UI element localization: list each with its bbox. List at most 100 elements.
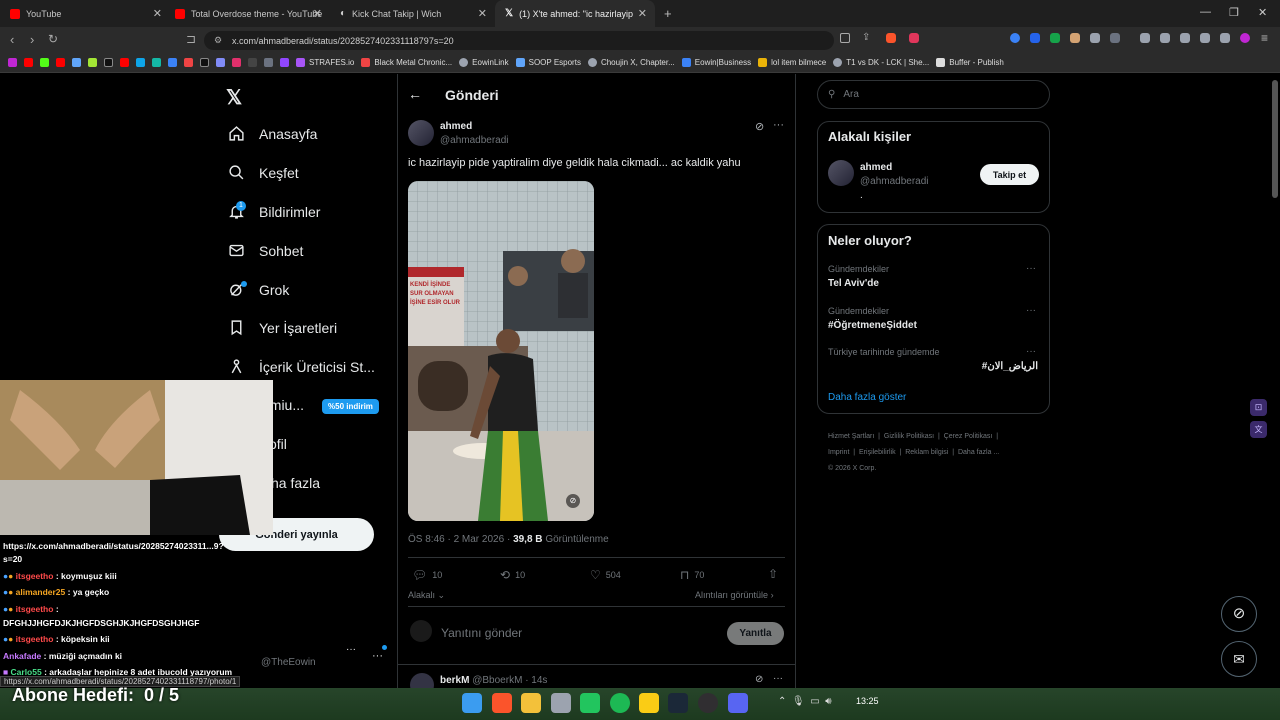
bookmark-icon[interactable]	[88, 58, 97, 67]
more-options-icon[interactable]: ···	[773, 119, 784, 131]
grok-float-icon[interactable]: ⊘	[1221, 596, 1257, 632]
bookmark-icon[interactable]	[184, 58, 193, 67]
bookmark-soop[interactable]: SOOP Esports	[515, 58, 581, 67]
relevance-dropdown[interactable]: Alakalı ⌄	[408, 590, 445, 601]
sidebar-item-grok[interactable]: Grok	[228, 281, 289, 298]
trend-item[interactable]: Gündemdekiler Tel Aviv'de	[828, 264, 889, 289]
account-more-icon[interactable]: ···	[346, 644, 356, 655]
clock[interactable]: 13:25	[856, 696, 879, 706]
spotify-icon[interactable]	[610, 693, 630, 713]
wallet-icon[interactable]	[1180, 33, 1190, 43]
steam-icon[interactable]	[668, 693, 688, 713]
reading-list-icon[interactable]	[1160, 33, 1170, 43]
windows-start-icon[interactable]	[462, 693, 482, 713]
post-image[interactable]: KENDİ İŞİNDE SUR OLMAYAN İŞİNE ESİR OLUR…	[408, 181, 594, 521]
grok-image-icon[interactable]: ⊘	[566, 494, 580, 508]
grok-explain-icon[interactable]: ⊘	[755, 674, 763, 685]
bookmark-icon[interactable]	[136, 58, 145, 67]
file-explorer-icon[interactable]	[521, 693, 541, 713]
reply-button[interactable]: 💬︎ 10	[412, 568, 442, 582]
twitch-icon[interactable]	[280, 58, 289, 67]
bookmark-icon[interactable]	[152, 58, 161, 67]
account-handle[interactable]: @TheEowin	[261, 657, 316, 668]
new-tab-icon[interactable]: +	[664, 6, 672, 21]
related-name[interactable]: ahmed	[860, 162, 892, 173]
bitwarden-icon[interactable]	[1030, 33, 1040, 43]
x-logo-icon[interactable]	[200, 58, 209, 67]
sidebar-item-creator-studio[interactable]: İçerik Üreticisi St...	[228, 358, 375, 375]
close-window-icon[interactable]: ✕	[1258, 6, 1267, 19]
tab-total-overdose[interactable]: Total Overdose theme - YouTube ✕	[165, 0, 330, 27]
like-button[interactable]: ♡ 504	[590, 568, 621, 582]
footer-link[interactable]: Hizmet Şartları	[828, 433, 874, 440]
tab-kick-chat[interactable]: ◐ Kick Chat Takip | Wich ✕	[330, 0, 495, 27]
obs-icon[interactable]	[698, 693, 718, 713]
trend-more-icon[interactable]: ···	[1026, 305, 1036, 316]
grok-explain-icon[interactable]: ⊘	[755, 120, 764, 133]
leo-icon[interactable]	[1200, 33, 1210, 43]
close-tab-icon[interactable]: ✕	[478, 7, 487, 20]
avatar[interactable]	[828, 160, 854, 186]
search-box[interactable]: ⚲ Ara	[817, 80, 1050, 109]
reply-submit-button[interactable]: Yanıtla	[727, 622, 784, 645]
back-icon[interactable]: ‹	[10, 32, 14, 47]
sidebar-item-bookmarks[interactable]: Yer İşaretleri	[228, 319, 337, 336]
close-tab-icon[interactable]: ✕	[153, 7, 162, 20]
sidebar-item-explore[interactable]: Keşfet	[228, 164, 299, 181]
side-extension-icon[interactable]: ⊡	[1250, 399, 1267, 416]
x-logo-icon[interactable]: 𝕏	[226, 85, 242, 110]
bookmark-eowin-business[interactable]: Eowin|Business	[681, 58, 751, 67]
bookmark-lol[interactable]: lol item bilmece	[758, 58, 826, 67]
footer-link[interactable]: Imprint	[828, 449, 849, 456]
sidebar-item-chat[interactable]: Sohbet	[228, 242, 303, 259]
post-author-handle[interactable]: @ahmadberadi	[440, 135, 509, 146]
repost-button[interactable]: ⟲ 10	[500, 568, 525, 582]
close-tab-icon[interactable]: ✕	[638, 7, 647, 20]
reply-author-handle[interactable]: @BboerkM	[472, 675, 522, 686]
post-timestamp[interactable]: ÖS 8:46 · 2 Mar 2026 ·	[408, 534, 510, 545]
brave-rewards-icon[interactable]	[909, 33, 919, 43]
tray-icons[interactable]: ⌃ 🎙︎ ▭ 🔊︎	[778, 696, 832, 707]
related-handle[interactable]: @ahmadberadi	[860, 176, 929, 187]
show-more-link[interactable]: Daha fazla göster	[828, 392, 906, 403]
brave-icon[interactable]	[492, 693, 512, 713]
vpn-icon[interactable]	[1220, 33, 1230, 43]
tiktok-icon[interactable]	[104, 58, 113, 67]
sidebar-item-more[interactable]: ha fazla	[271, 475, 320, 491]
extension-icon[interactable]	[1010, 33, 1020, 43]
extension-icon[interactable]	[1110, 33, 1120, 43]
footer-link[interactable]: Reklam bilgisi	[905, 449, 948, 456]
bookmark-buffer[interactable]: Buffer - Publish	[936, 58, 1004, 67]
bookmark-icon[interactable]	[8, 58, 17, 67]
footer-link[interactable]: Gizlilik Politikası	[884, 433, 934, 440]
search-input[interactable]: Ara	[843, 89, 859, 100]
follow-button[interactable]: Takip et	[980, 164, 1039, 185]
reply-input[interactable]: Yanıtını gönder	[441, 626, 522, 640]
url-bar[interactable]: ⚙ x.com/ahmadberadi/status/2028527402331…	[204, 31, 834, 50]
restore-icon[interactable]: ❐	[1229, 6, 1239, 19]
footer-link[interactable]: Çerez Politikası	[944, 433, 993, 440]
youtube-icon[interactable]	[24, 58, 33, 67]
extension-icon[interactable]	[1070, 33, 1080, 43]
forward-icon[interactable]: ›	[30, 32, 34, 47]
bookmark-t1[interactable]: T1 vs DK - LCK | She...	[833, 58, 929, 67]
brave-shield-icon[interactable]	[886, 33, 896, 43]
bookmark-page-icon[interactable]: ⊐	[186, 32, 196, 46]
minimize-icon[interactable]: —	[1200, 6, 1211, 18]
more-icon[interactable]: ···	[372, 650, 383, 662]
bookmark-icon[interactable]	[168, 58, 177, 67]
back-arrow-icon[interactable]: ←	[408, 86, 422, 102]
bookmark-strafes[interactable]: STRAFES.io	[296, 58, 354, 67]
notes-icon[interactable]	[639, 693, 659, 713]
scrollbar[interactable]	[1272, 80, 1278, 198]
bookmark-black-metal[interactable]: Black Metal Chronic...	[361, 58, 452, 67]
avatar[interactable]	[408, 120, 434, 146]
more-options-icon[interactable]: ···	[773, 673, 783, 684]
sidebar-item-home[interactable]: Anasayfa	[228, 125, 317, 142]
trend-more-icon[interactable]: ···	[1026, 263, 1036, 274]
share-button[interactable]: ⇧	[768, 567, 778, 581]
tool-icon[interactable]	[551, 693, 571, 713]
extensions-puzzle-icon[interactable]	[1090, 33, 1100, 43]
site-info-icon[interactable]: ⚙	[214, 35, 222, 46]
youtube-icon[interactable]	[120, 58, 129, 67]
